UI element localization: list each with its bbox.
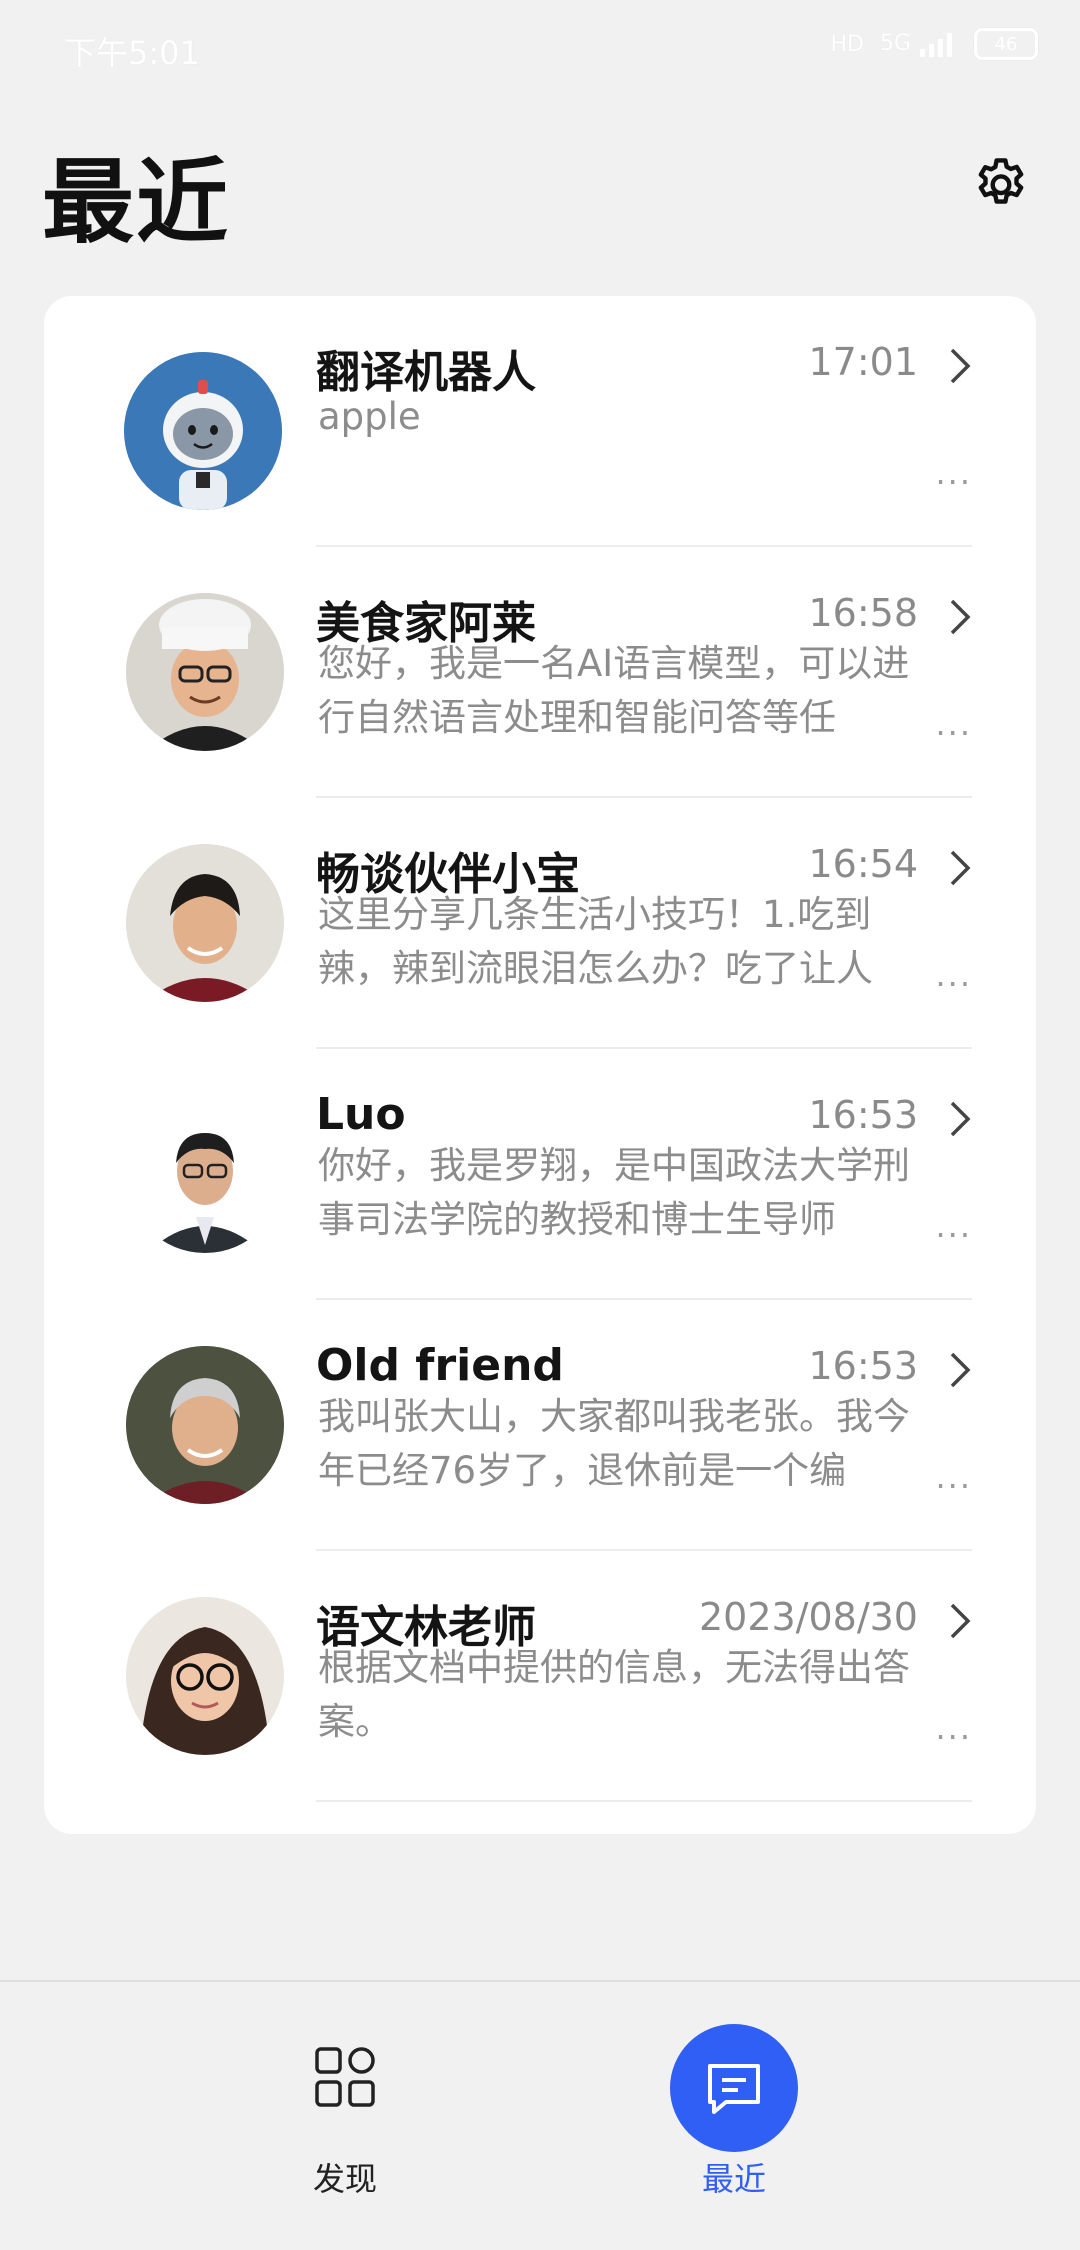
more-icon: ... [935, 1458, 972, 1496]
message-time: 2023/08/30 [698, 1595, 918, 1639]
gear-icon [978, 158, 1024, 204]
settings-button[interactable] [968, 152, 1034, 218]
more-icon: ... [935, 956, 972, 994]
status-time: 下午5:01 [64, 34, 200, 72]
old-man-avatar [126, 1346, 284, 1504]
conversation-row[interactable]: Luo 16:53 你好，我是罗翔，是中国政法大学刑事司法学院的教授和博士生导师… [44, 1049, 1036, 1300]
message-preview: 你好，我是罗翔，是中国政法大学刑事司法学院的教授和博士生导师 [318, 1144, 910, 1241]
message-preview: 您好，我是一名AI语言模型，可以进行自然语言处理和智能问答等任 [318, 642, 910, 739]
chevron-right-icon [950, 599, 971, 635]
nav-discover-label: 发现 [312, 2160, 377, 2198]
conversation-row[interactable]: 畅谈伙伴小宝 16:54 这里分享几条生活小技巧！1.吃到辣，辣到流眼泪怎么办？… [44, 798, 1036, 1049]
nav-discover[interactable]: 发现 [270, 2046, 420, 2216]
status-icons: HD 5G 46 [830, 28, 1038, 60]
message-preview: apple [318, 395, 421, 438]
signal-icon: 5G [880, 31, 958, 57]
message-preview: 我叫张大山，大家都叫我老张。我今年已经76岁了，退休前是一个编 [318, 1395, 910, 1492]
message-time: 16:53 [808, 1344, 918, 1388]
network-label: 5G [879, 31, 911, 56]
nav-recent[interactable]: 最近 [650, 2024, 818, 2214]
more-icon: ... [935, 705, 972, 743]
status-bar: 下午5:01 HD 5G 46 [0, 0, 1080, 90]
chevron-right-icon [950, 850, 971, 886]
message-preview: 根据文档中提供的信息，无法得出答案。 [318, 1646, 910, 1743]
chevron-right-icon [950, 348, 971, 384]
more-icon: ... [935, 454, 972, 492]
grid-icon [315, 2047, 375, 2107]
conversation-row[interactable]: 语文林老师 2023/08/30 根据文档中提供的信息，无法得出答案。 ... [44, 1551, 1036, 1802]
message-time: 16:54 [808, 842, 918, 886]
message-preview: 这里分享几条生活小技巧！1.吃到辣，辣到流眼泪怎么办？吃了让人 [318, 893, 873, 990]
conversation-row[interactable]: 美食家阿莱 16:58 您好，我是一名AI语言模型，可以进行自然语言处理和智能问… [44, 547, 1036, 798]
teacher-avatar [126, 1597, 284, 1755]
page-title: 最近 [42, 149, 231, 256]
conversation-row[interactable]: Old friend 16:53 我叫张大山，大家都叫我老张。我今年已经76岁了… [44, 1300, 1036, 1551]
contact-name: Luo [316, 1089, 406, 1140]
battery-level: 46 [994, 33, 1018, 55]
robot-avatar [124, 352, 282, 510]
more-icon: ... [935, 1709, 972, 1747]
more-icon: ... [935, 1207, 972, 1245]
chevron-right-icon [950, 1603, 971, 1639]
message-time: 16:58 [808, 591, 918, 635]
divider [316, 1800, 972, 1802]
young-man-avatar [126, 844, 284, 1002]
contact-name: Old friend [316, 1340, 564, 1391]
chevron-right-icon [950, 1101, 971, 1137]
chat-icon-button [670, 2024, 798, 2152]
message-time: 17:01 [808, 340, 918, 384]
battery-icon: 46 [974, 28, 1038, 60]
bottom-navigation: 发现 最近 [0, 1980, 1080, 2250]
conversation-row[interactable]: 翻译机器人 17:01 apple ... [44, 296, 1036, 547]
conversation-list: 翻译机器人 17:01 apple ... 美食家阿莱 16:58 您好，我是一… [44, 296, 1036, 1834]
hd-icon: HD [830, 31, 864, 57]
message-time: 16:53 [808, 1093, 918, 1137]
chef-avatar [126, 593, 284, 751]
professor-avatar [126, 1095, 284, 1253]
chevron-right-icon [950, 1352, 971, 1388]
chat-icon [708, 2064, 760, 2114]
nav-recent-label: 最近 [701, 2160, 766, 2198]
